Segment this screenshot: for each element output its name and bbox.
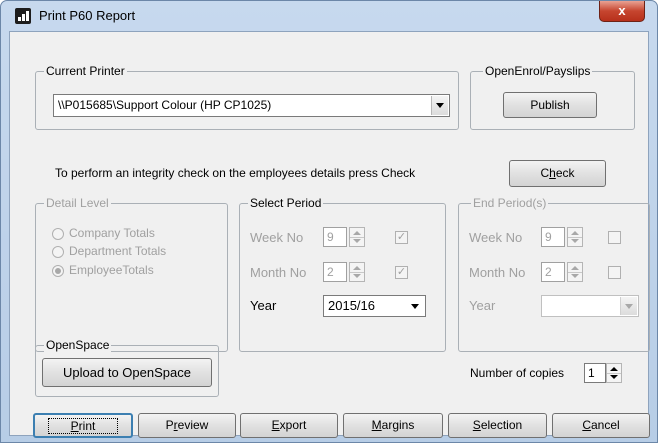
cancel-button[interactable]: Cancel (552, 413, 650, 438)
employee-totals-label: EmployeeTotals (69, 263, 154, 277)
chevron-down-icon[interactable] (431, 96, 448, 115)
export-button-label: Export (271, 418, 307, 432)
current-printer-legend: Current Printer (44, 64, 127, 78)
select-period-legend: Select Period (248, 196, 324, 210)
print-button[interactable]: Print (33, 413, 133, 438)
detail-level-legend: Detail Level (44, 196, 111, 210)
margins-button[interactable]: Margins (343, 413, 443, 438)
year-label: Year (250, 298, 277, 313)
printer-select[interactable]: \\P015685\Support Colour (HP CP1025) (53, 94, 450, 117)
openenrol-legend: OpenEnrol/Payslips (483, 64, 593, 78)
selection-button[interactable]: Selection (448, 413, 547, 438)
check-button[interactable]: Check (509, 160, 606, 187)
preview-button-label: Preview (165, 418, 209, 432)
month-no-label: Month No (250, 265, 307, 280)
integrity-text: To perform an integrity check on the emp… (55, 166, 416, 180)
print-button-label: Print (47, 418, 119, 434)
end-month-checkbox[interactable] (608, 266, 621, 279)
spin-arrows-icon[interactable] (349, 227, 365, 247)
end-year-select[interactable] (541, 295, 639, 317)
dialog-body: Current Printer \\P015685\Support Colour… (9, 31, 650, 438)
week-no-checkbox[interactable]: ✓ (395, 231, 408, 244)
department-totals-label: Department Totals (69, 244, 167, 258)
week-no-value: 9 (323, 227, 347, 247)
end-month-no-label: Month No (469, 265, 526, 280)
chevron-down-icon[interactable] (407, 297, 424, 315)
check-button-label: Check (540, 166, 575, 180)
month-no-value: 2 (323, 262, 347, 282)
spin-arrows-icon[interactable] (349, 262, 365, 282)
radio-company-totals[interactable] (52, 228, 64, 240)
company-totals-label: Company Totals (69, 226, 155, 240)
spin-arrows-icon[interactable] (567, 262, 583, 282)
radio-employee-totals[interactable] (52, 265, 64, 277)
spin-arrows-icon[interactable] (606, 363, 622, 383)
end-period-legend: End Period(s) (471, 196, 549, 210)
spin-arrows-icon[interactable] (567, 227, 583, 247)
preview-button[interactable]: Preview (138, 413, 236, 438)
end-week-checkbox[interactable] (608, 231, 621, 244)
cancel-button-label: Cancel (582, 418, 620, 432)
year-select-value: 2015/16 (328, 298, 375, 313)
title-bar: Print P60 Report x (1, 1, 657, 31)
export-button[interactable]: Export (240, 413, 338, 438)
margins-button-label: Margins (371, 418, 415, 432)
chevron-down-icon[interactable] (620, 297, 637, 315)
close-button[interactable]: x (599, 1, 645, 22)
app-icon (15, 8, 31, 24)
end-month-no-value: 2 (541, 262, 565, 282)
selection-button-label: Selection (472, 418, 523, 432)
month-no-checkbox[interactable]: ✓ (395, 266, 408, 279)
upload-to-openspace-button[interactable]: Upload to OpenSpace (42, 358, 212, 387)
printer-select-value: \\P015685\Support Colour (HP CP1025) (58, 98, 272, 112)
end-week-no-label: Week No (469, 230, 523, 245)
copies-value: 1 (584, 363, 606, 383)
print-p60-window: Print P60 Report x Current Printer \\P01… (0, 0, 658, 443)
end-year-label: Year (469, 298, 496, 313)
openspace-legend: OpenSpace (44, 338, 112, 352)
year-select[interactable]: 2015/16 (323, 295, 426, 317)
end-week-no-value: 9 (541, 227, 565, 247)
copies-label: Number of copies (470, 366, 565, 380)
publish-button[interactable]: Publish (503, 92, 597, 118)
week-no-label: Week No (250, 230, 304, 245)
radio-department-totals[interactable] (52, 246, 64, 258)
window-title: Print P60 Report (39, 8, 136, 23)
